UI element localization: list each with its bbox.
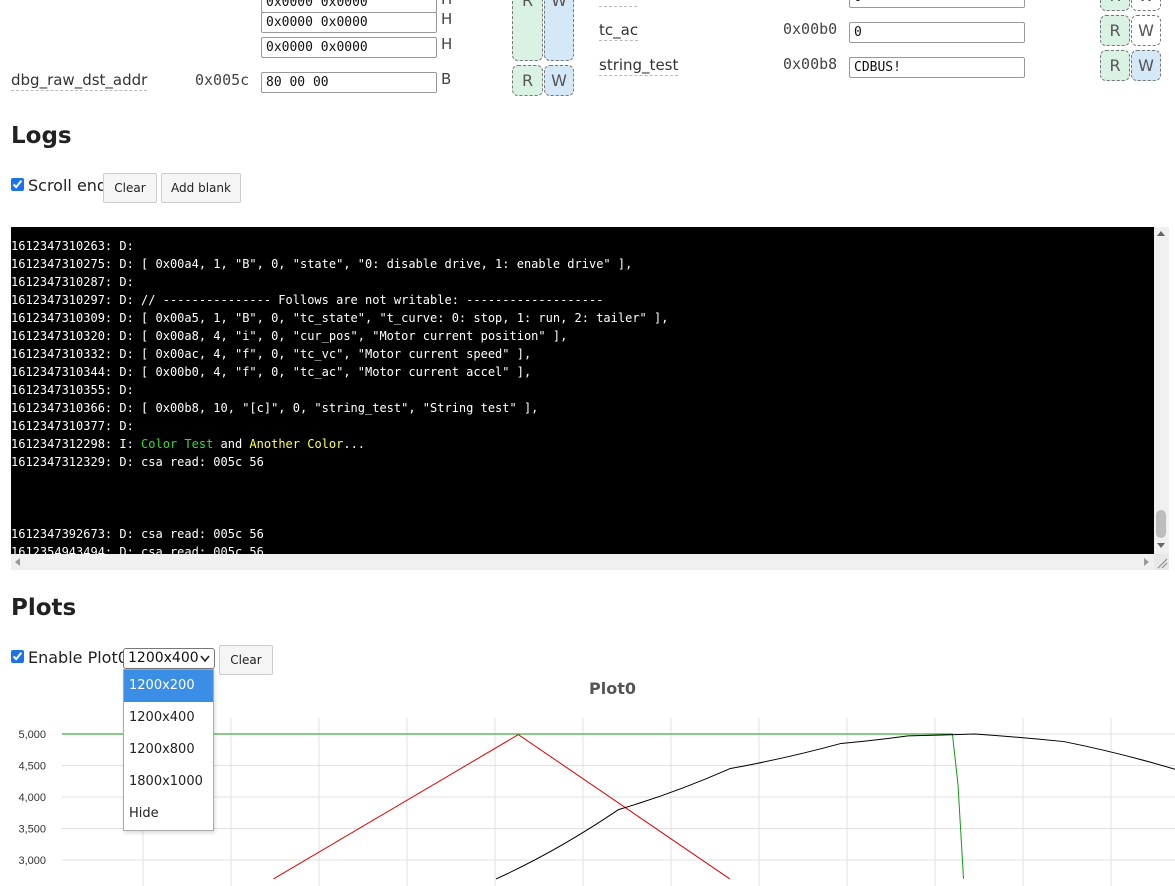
logs-heading: Logs <box>11 123 72 149</box>
tc-ac-input[interactable]: 0 <box>849 22 1025 43</box>
scrollbar-thumb[interactable] <box>1156 510 1166 538</box>
plot-series-line <box>495 733 1175 880</box>
register-unit: H <box>441 0 452 8</box>
log-text: and <box>213 437 250 451</box>
register-address: 0x00b0 <box>783 20 838 38</box>
scroll-end-checkbox[interactable] <box>11 178 24 191</box>
dropdown-option[interactable]: Hide <box>124 798 213 830</box>
log-text: ... <box>343 437 366 451</box>
dropdown-option[interactable]: 1200x200 <box>124 670 213 702</box>
resize-handle-icon[interactable] <box>1154 554 1169 570</box>
log-line-colored: 1612347312298: I: Color Test and Another… <box>11 435 1154 453</box>
read-button[interactable]: R <box>1100 0 1130 11</box>
log-horizontal-scrollbar[interactable] <box>11 554 1154 570</box>
register-name-tc-ac: tc_ac <box>599 21 639 41</box>
log-line: 1612347310309: D: [ 0x00a5, 1, "B", 0, "… <box>11 311 669 325</box>
log-line: 1612347310263: D: <box>11 239 134 253</box>
log-line: 1612347310332: D: [ 0x00ac, 4, "f", 0, "… <box>11 347 532 361</box>
logs-clear-button[interactable]: Clear <box>103 173 157 203</box>
read-button[interactable]: R <box>1100 15 1130 46</box>
dropdown-option[interactable]: 1200x800 <box>124 734 213 766</box>
plot-y-tick-label: 3,000 <box>18 855 46 867</box>
log-lines: 1612347310263: D: 1612347310275: D: [ 0x0… <box>11 231 1154 561</box>
register-value-input[interactable]: 0x0000 0x0000 <box>261 37 437 58</box>
register-address: 0x00b8 <box>783 55 838 73</box>
log-line: 1612347310275: D: [ 0x00a4, 1, "B", 0, "… <box>11 257 633 271</box>
scroll-down-arrow-icon[interactable] <box>1157 543 1165 548</box>
enable-plot-label: Enable Plot0 <box>28 648 128 667</box>
register-unit: B <box>441 70 452 88</box>
register-name-tc-vc <box>599 0 637 7</box>
string-test-input[interactable]: CDBUS! <box>849 57 1025 78</box>
scroll-right-arrow-icon[interactable] <box>1144 558 1149 566</box>
plot-y-tick-label: 5,000 <box>18 729 46 741</box>
colored-log-text: Another Color <box>249 437 344 451</box>
log-line: 1612347310287: D: <box>11 275 134 289</box>
resize-grip-icon <box>1157 558 1168 569</box>
log-line: 1612347310377: D: <box>11 419 134 433</box>
log-line: 1612347310320: D: [ 0x00a8, 4, "i", 0, "… <box>11 329 568 343</box>
log-line: 1612347310366: D: [ 0x00b8, 10, "[c]", 0… <box>11 401 539 415</box>
dbg-raw-dst-addr-input[interactable]: 80 00 00 <box>261 72 437 93</box>
plot-y-tick-label: 3,500 <box>18 824 46 836</box>
write-button[interactable]: W <box>1131 50 1161 81</box>
read-button[interactable]: R <box>1100 50 1130 81</box>
add-blank-button[interactable]: Add blank <box>161 173 241 203</box>
plot-series-line <box>273 734 731 880</box>
log-text: 1612347312298: I: <box>11 437 142 451</box>
log-line: 1612347310297: D: // --------------- Fol… <box>11 293 604 307</box>
register-address: 0x005c <box>195 71 250 89</box>
plot-y-tick-label: 4,000 <box>18 792 46 804</box>
read-button[interactable]: R <box>512 65 543 96</box>
write-button[interactable]: W <box>1131 15 1161 46</box>
dropdown-option[interactable]: 1200x400 <box>124 702 213 734</box>
register-value-input[interactable]: 0x0000 0x0000 <box>261 12 437 33</box>
plot-size-dropdown-list: 1200x200 1200x400 1200x800 1800x1000 Hid… <box>123 669 214 831</box>
plot-y-tick-label: 4,500 <box>18 761 46 773</box>
write-group-button[interactable]: W <box>544 0 574 61</box>
dropdown-option[interactable]: 1800x1000 <box>124 766 213 798</box>
write-button[interactable]: W <box>544 65 574 96</box>
chevron-down-icon <box>200 655 210 663</box>
plot-size-selected-value: 1200x400 <box>128 650 199 666</box>
plot-clear-button[interactable]: Clear <box>219 645 273 675</box>
tc-vc-input[interactable]: 0 <box>849 0 1025 8</box>
log-line: 1612347310344: D: [ 0x00b0, 4, "f", 0, "… <box>11 365 532 379</box>
write-button[interactable]: W <box>1131 0 1161 11</box>
register-name-string-test: string_test <box>599 56 679 76</box>
read-group-button[interactable]: R <box>512 0 543 61</box>
register-unit: H <box>441 35 453 53</box>
colored-log-text: Color Test <box>141 437 214 451</box>
plot-title: Plot0 <box>589 679 636 698</box>
log-line: 1612347312329: D: csa read: 005c 56 <box>11 455 264 469</box>
enable-plot-checkbox[interactable] <box>11 650 24 663</box>
log-line: 1612347392673: D: csa read: 005c 56 <box>11 527 264 541</box>
scroll-left-arrow-icon[interactable] <box>15 558 20 566</box>
plots-heading: Plots <box>11 595 77 621</box>
scroll-up-arrow-icon[interactable] <box>1157 231 1165 236</box>
plot-size-select[interactable]: 1200x400 <box>123 648 215 669</box>
log-console[interactable]: 1612347310263: D: 1612347310275: D: [ 0x0… <box>11 227 1169 570</box>
register-name-dbg-raw-dst-addr: dbg_raw_dst_addr <box>11 71 148 91</box>
log-line: 1612347310355: D: <box>11 383 134 397</box>
log-vertical-scrollbar[interactable] <box>1154 227 1169 554</box>
scroll-end-label: Scroll end <box>28 176 108 195</box>
register-unit: H <box>441 10 453 28</box>
